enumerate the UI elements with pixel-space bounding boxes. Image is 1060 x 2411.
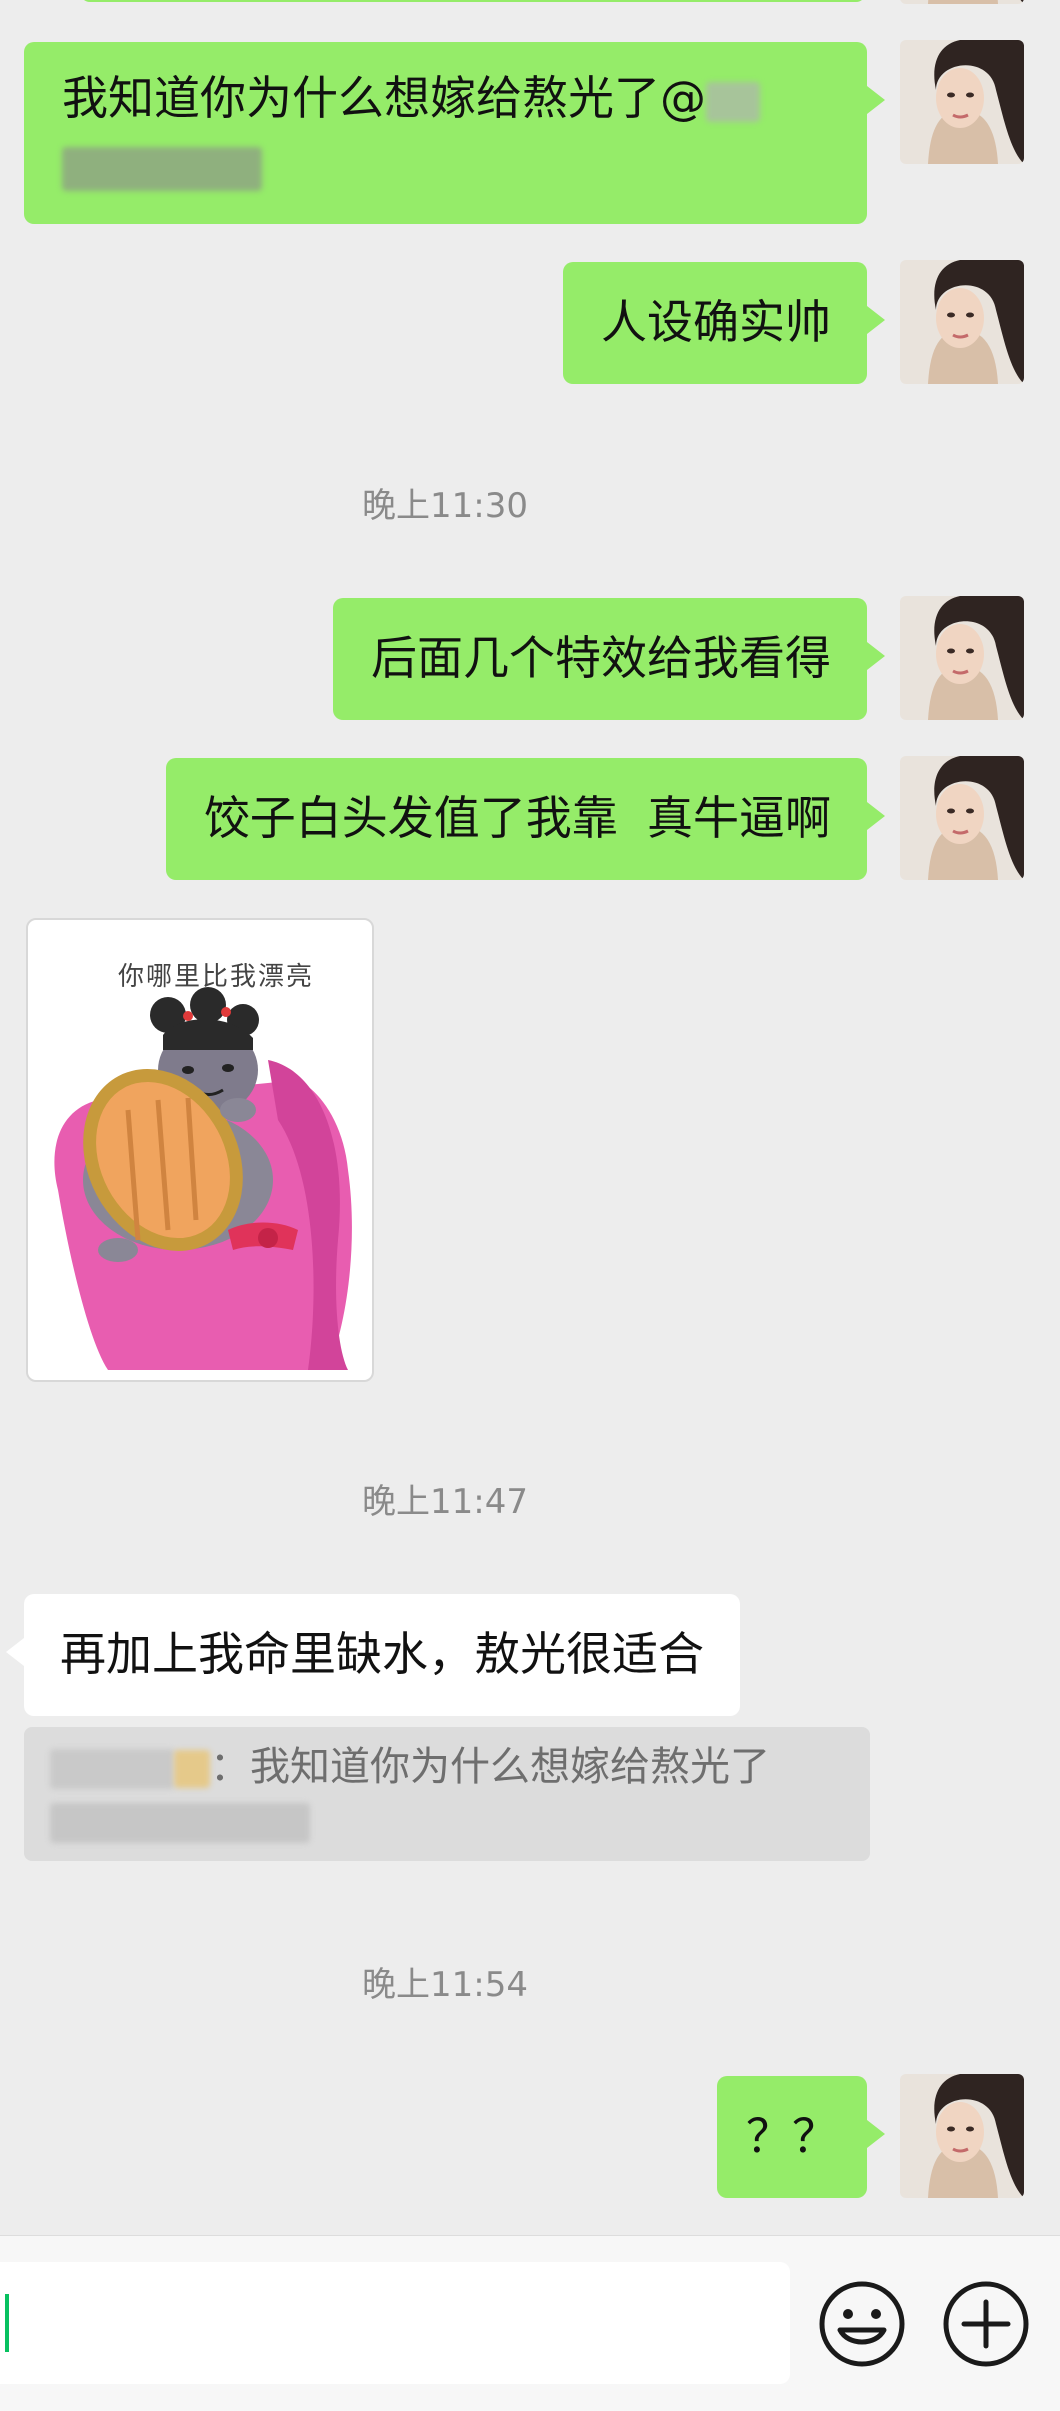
sticker-caption: 你哪里比我漂亮 (118, 962, 315, 992)
sticker-image[interactable]: 你哪里比我漂亮 (26, 918, 374, 1382)
message-text: ？？ (746, 2109, 838, 2163)
timestamp: 晚上11:54 (362, 1965, 528, 2005)
message-input[interactable] (0, 2262, 790, 2384)
quoted-reply[interactable]: ：我知道你为什么想嫁给熬光了 (24, 1727, 870, 1861)
plus-circle-icon (943, 2281, 1029, 2367)
message-text: 后面几个特效给我看得 (371, 631, 831, 685)
message-text: 我知道你为什么想嫁给熬光了@ (62, 71, 706, 125)
timestamp: 晚上11:30 (362, 486, 528, 526)
self-avatar[interactable] (900, 596, 1024, 720)
redacted-sender-emoji (174, 1750, 210, 1788)
self-avatar[interactable] (900, 0, 1024, 4)
chat-area[interactable]: 我知道你为什么想嫁给熬光了@ 人设确实帅 晚上11:30 后面几个特效给我看得 … (0, 0, 1060, 2235)
quote-text: 我知道你为什么想嫁给熬光了 (250, 1744, 770, 1790)
more-functions-button[interactable] (938, 2276, 1034, 2372)
message-text: 再加上我命里缺水，敖光很适合 (60, 1627, 704, 1681)
redacted-sender-name (50, 1749, 174, 1789)
cropped-message-bubble[interactable] (80, 0, 866, 2)
message-bubble-outgoing[interactable]: 后面几个特效给我看得 (333, 598, 885, 720)
redacted-mention (706, 81, 760, 122)
emoji-icon (819, 2281, 905, 2367)
message-text: 人设确实帅 (601, 295, 831, 349)
self-avatar[interactable] (900, 2074, 1024, 2198)
message-bubble-outgoing[interactable]: 我知道你为什么想嫁给熬光了@ (24, 42, 885, 224)
message-bubble-outgoing[interactable]: 人设确实帅 (563, 262, 885, 384)
message-text: 饺子白头发值了我靠 真牛逼啊 (203, 791, 831, 845)
input-bar (0, 2235, 1060, 2411)
redacted-mention (62, 146, 262, 191)
message-bubble-incoming[interactable]: 再加上我命里缺水，敖光很适合 (6, 1594, 740, 1716)
message-bubble-outgoing[interactable]: 饺子白头发值了我靠 真牛逼啊 (165, 758, 886, 880)
redacted-mention (50, 1803, 310, 1843)
timestamp: 晚上11:47 (362, 1482, 528, 1522)
quote-separator: ： (210, 1744, 250, 1790)
message-bubble-outgoing[interactable]: ？？ (717, 2076, 885, 2198)
text-caret (5, 2294, 9, 2352)
self-avatar[interactable] (900, 260, 1024, 384)
self-avatar[interactable] (900, 40, 1024, 164)
emoji-button[interactable] (814, 2276, 910, 2372)
self-avatar[interactable] (900, 756, 1024, 880)
